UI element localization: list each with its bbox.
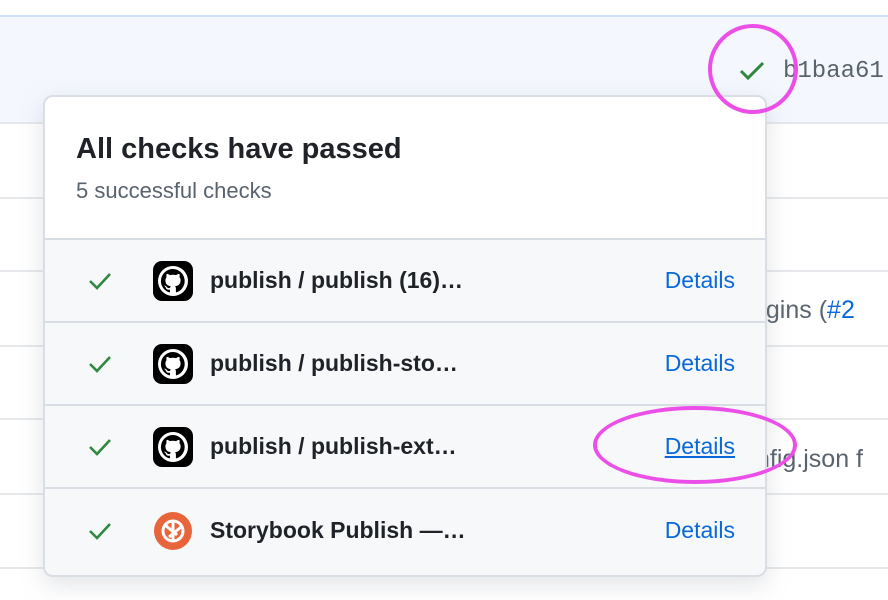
- popover-title: All checks have passed: [76, 133, 402, 165]
- details-link[interactable]: Details: [665, 267, 735, 294]
- check-name: publish / publish-sto…: [210, 350, 458, 376]
- popover-header: All checks have passed 5 successful chec…: [45, 97, 765, 240]
- check-name: Storybook Publish —…: [210, 517, 466, 543]
- check-name: publish / publish-ext…: [210, 433, 457, 459]
- check-icon: [89, 272, 111, 290]
- check-row: Storybook Publish —… Details: [45, 489, 765, 572]
- github-icon: [153, 426, 193, 467]
- check-row: publish / publish (16)… Details: [45, 240, 765, 323]
- details-link[interactable]: Details: [665, 517, 735, 544]
- check-icon: [89, 355, 111, 373]
- details-link[interactable]: Details: [665, 433, 735, 460]
- github-icon: [153, 343, 193, 384]
- commit-message: ugins (#2: [752, 296, 855, 324]
- github-icon: [153, 260, 193, 301]
- commit-message: nfig.json f: [756, 445, 864, 473]
- check-row: publish / publish-ext… Details: [45, 406, 765, 489]
- check-name: publish / publish (16)…: [210, 267, 463, 293]
- pr-link[interactable]: #2: [827, 296, 855, 324]
- check-icon: [89, 438, 111, 456]
- details-link[interactable]: Details: [665, 350, 735, 377]
- storybook-icon: [154, 511, 192, 550]
- check-row: publish / publish-sto… Details: [45, 323, 765, 406]
- checks-popover: All checks have passed 5 successful chec…: [43, 95, 767, 577]
- popover-subtitle: 5 successful checks: [76, 178, 272, 203]
- commit-sha[interactable]: b1baa61: [783, 58, 884, 85]
- check-icon: [89, 522, 111, 540]
- check-icon[interactable]: [738, 58, 766, 84]
